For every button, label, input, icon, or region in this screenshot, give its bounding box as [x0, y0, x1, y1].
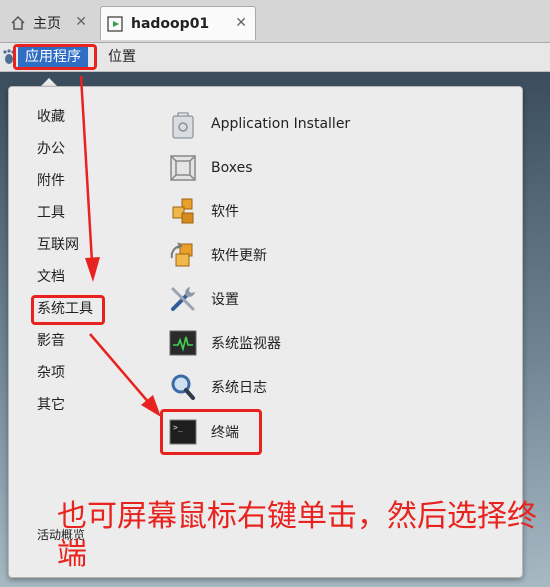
arrowhead-system-tools [85, 257, 100, 282]
arrow-to-terminal [89, 333, 151, 405]
annotation-text: 也可屏幕鼠标右键单击，然后选择终端 [57, 499, 537, 572]
arrow-to-system-tools [79, 75, 94, 263]
